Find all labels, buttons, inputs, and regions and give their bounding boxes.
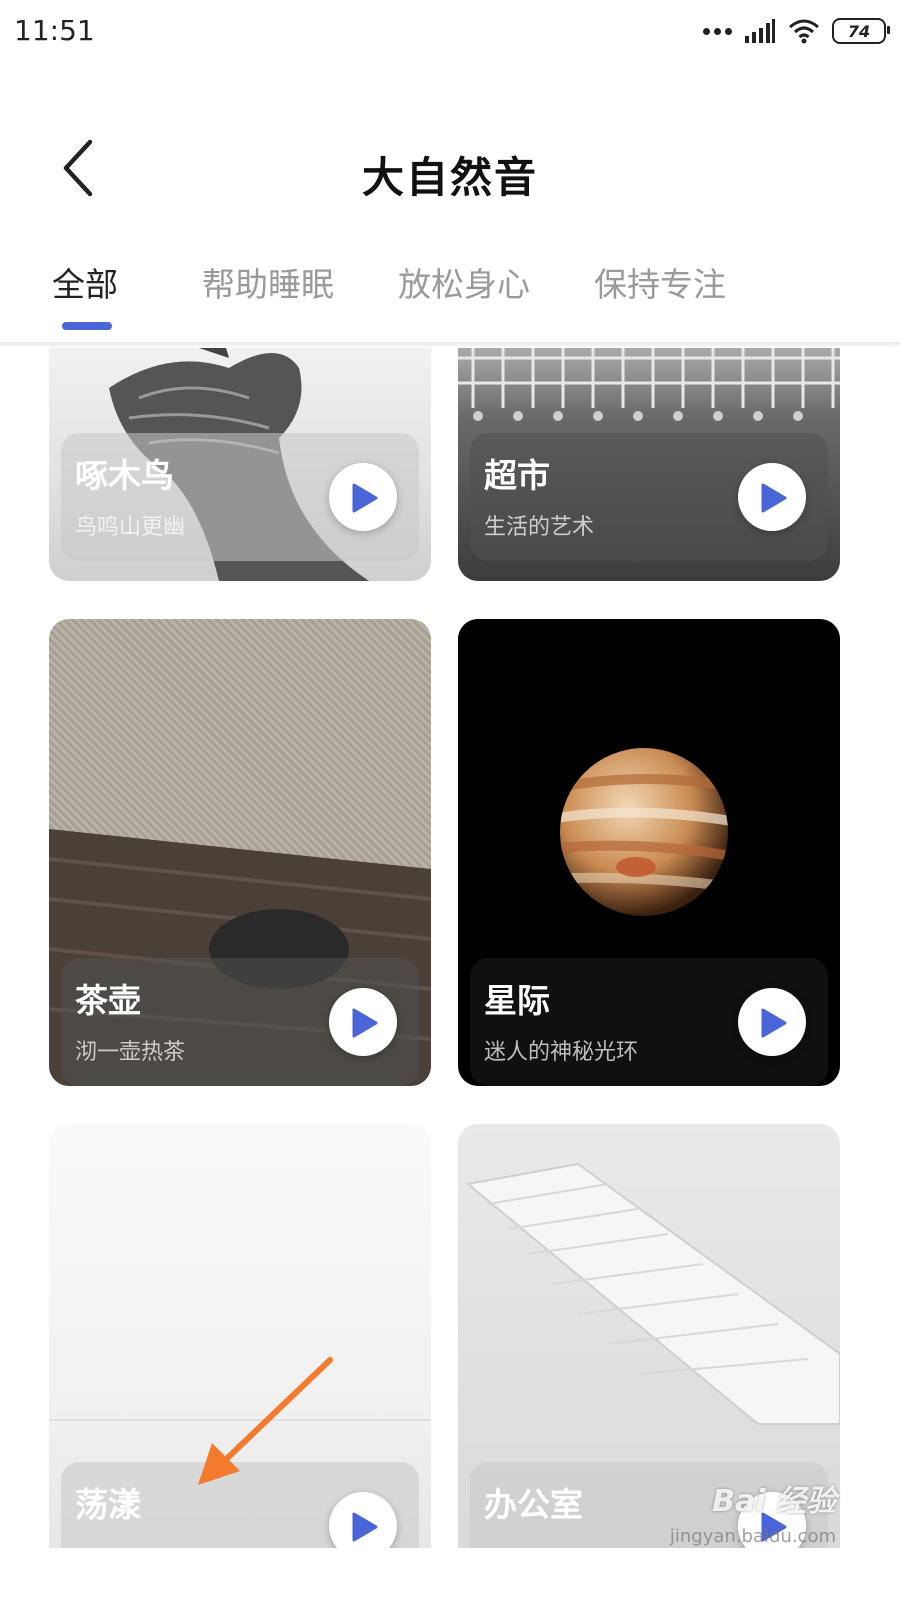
play-icon — [761, 483, 787, 513]
status-icons: 74 — [703, 16, 890, 46]
play-button[interactable] — [738, 463, 806, 531]
card-title: 茶壶 — [75, 981, 141, 1020]
card-info-panel: 啄木鸟 鸟鸣山更幽 — [61, 433, 419, 561]
sound-card-teapot[interactable]: 茶壶 沏一壶热茶 — [49, 619, 431, 1086]
tab-sleep[interactable]: 帮助睡眠 — [202, 258, 334, 306]
card-subtitle: 迷人的神秘光环 — [484, 1040, 639, 1065]
more-dots-icon — [703, 27, 732, 35]
card-title: 啄木鸟 — [75, 456, 174, 495]
page-title: 大自然音 — [361, 153, 538, 202]
tab-focus[interactable]: 保持专注 — [594, 258, 726, 306]
card-title: 荡漾 — [75, 1485, 141, 1524]
play-button[interactable] — [738, 988, 806, 1056]
play-button[interactable] — [329, 988, 397, 1056]
card-info-panel: 超市 生活的艺术 — [470, 433, 828, 561]
watermark-logo: Bai 经验 — [712, 1484, 836, 1519]
battery-icon: 74 — [832, 18, 890, 44]
card-subtitle: 沏一壶热茶 — [75, 1040, 186, 1065]
card-subtitle: 生活的艺术 — [484, 515, 595, 540]
status-time: 11:51 — [14, 14, 95, 47]
play-icon — [761, 1008, 787, 1038]
annotation-arrow-icon — [198, 1357, 333, 1485]
card-title: 办公室 — [484, 1485, 583, 1524]
sound-card-interstellar[interactable]: 星际 迷人的神秘光环 — [458, 619, 840, 1086]
play-icon — [352, 1512, 378, 1542]
sound-card-woodpecker[interactable]: 啄木鸟 鸟鸣山更幽 — [49, 348, 431, 581]
tab-bar: 全部 帮助睡眠 放松身心 保持专注 — [0, 240, 900, 340]
sound-card-supermarket[interactable]: 超市 生活的艺术 — [458, 348, 840, 581]
card-info-panel: 星际 迷人的神秘光环 — [470, 958, 828, 1086]
card-title: 超市 — [484, 456, 550, 495]
battery-level: 74 — [847, 21, 871, 41]
card-title: 星际 — [484, 981, 550, 1020]
play-button[interactable] — [329, 463, 397, 531]
play-button[interactable] — [329, 1492, 397, 1548]
card-info-panel: 茶壶 沏一壶热茶 — [61, 958, 419, 1086]
signal-icon — [745, 19, 775, 43]
tab-indicator — [62, 322, 112, 330]
header: 大自然音 — [0, 100, 900, 240]
wifi-icon — [789, 19, 819, 44]
watermark-url: jingyan.baidu.com — [669, 1526, 836, 1547]
card-subtitle: 鸟鸣山更幽 — [75, 515, 186, 540]
play-icon — [352, 1008, 378, 1038]
play-icon — [352, 483, 378, 513]
sound-grid: 啄木鸟 鸟鸣山更幽 超市 生活的艺术 茶壶 沏一壶热茶 星际 迷人的神秘光环 荡… — [0, 348, 900, 1548]
tab-all[interactable]: 全部 — [52, 258, 118, 306]
tab-relax[interactable]: 放松身心 — [398, 258, 530, 306]
status-bar: 11:51 74 — [0, 0, 900, 64]
